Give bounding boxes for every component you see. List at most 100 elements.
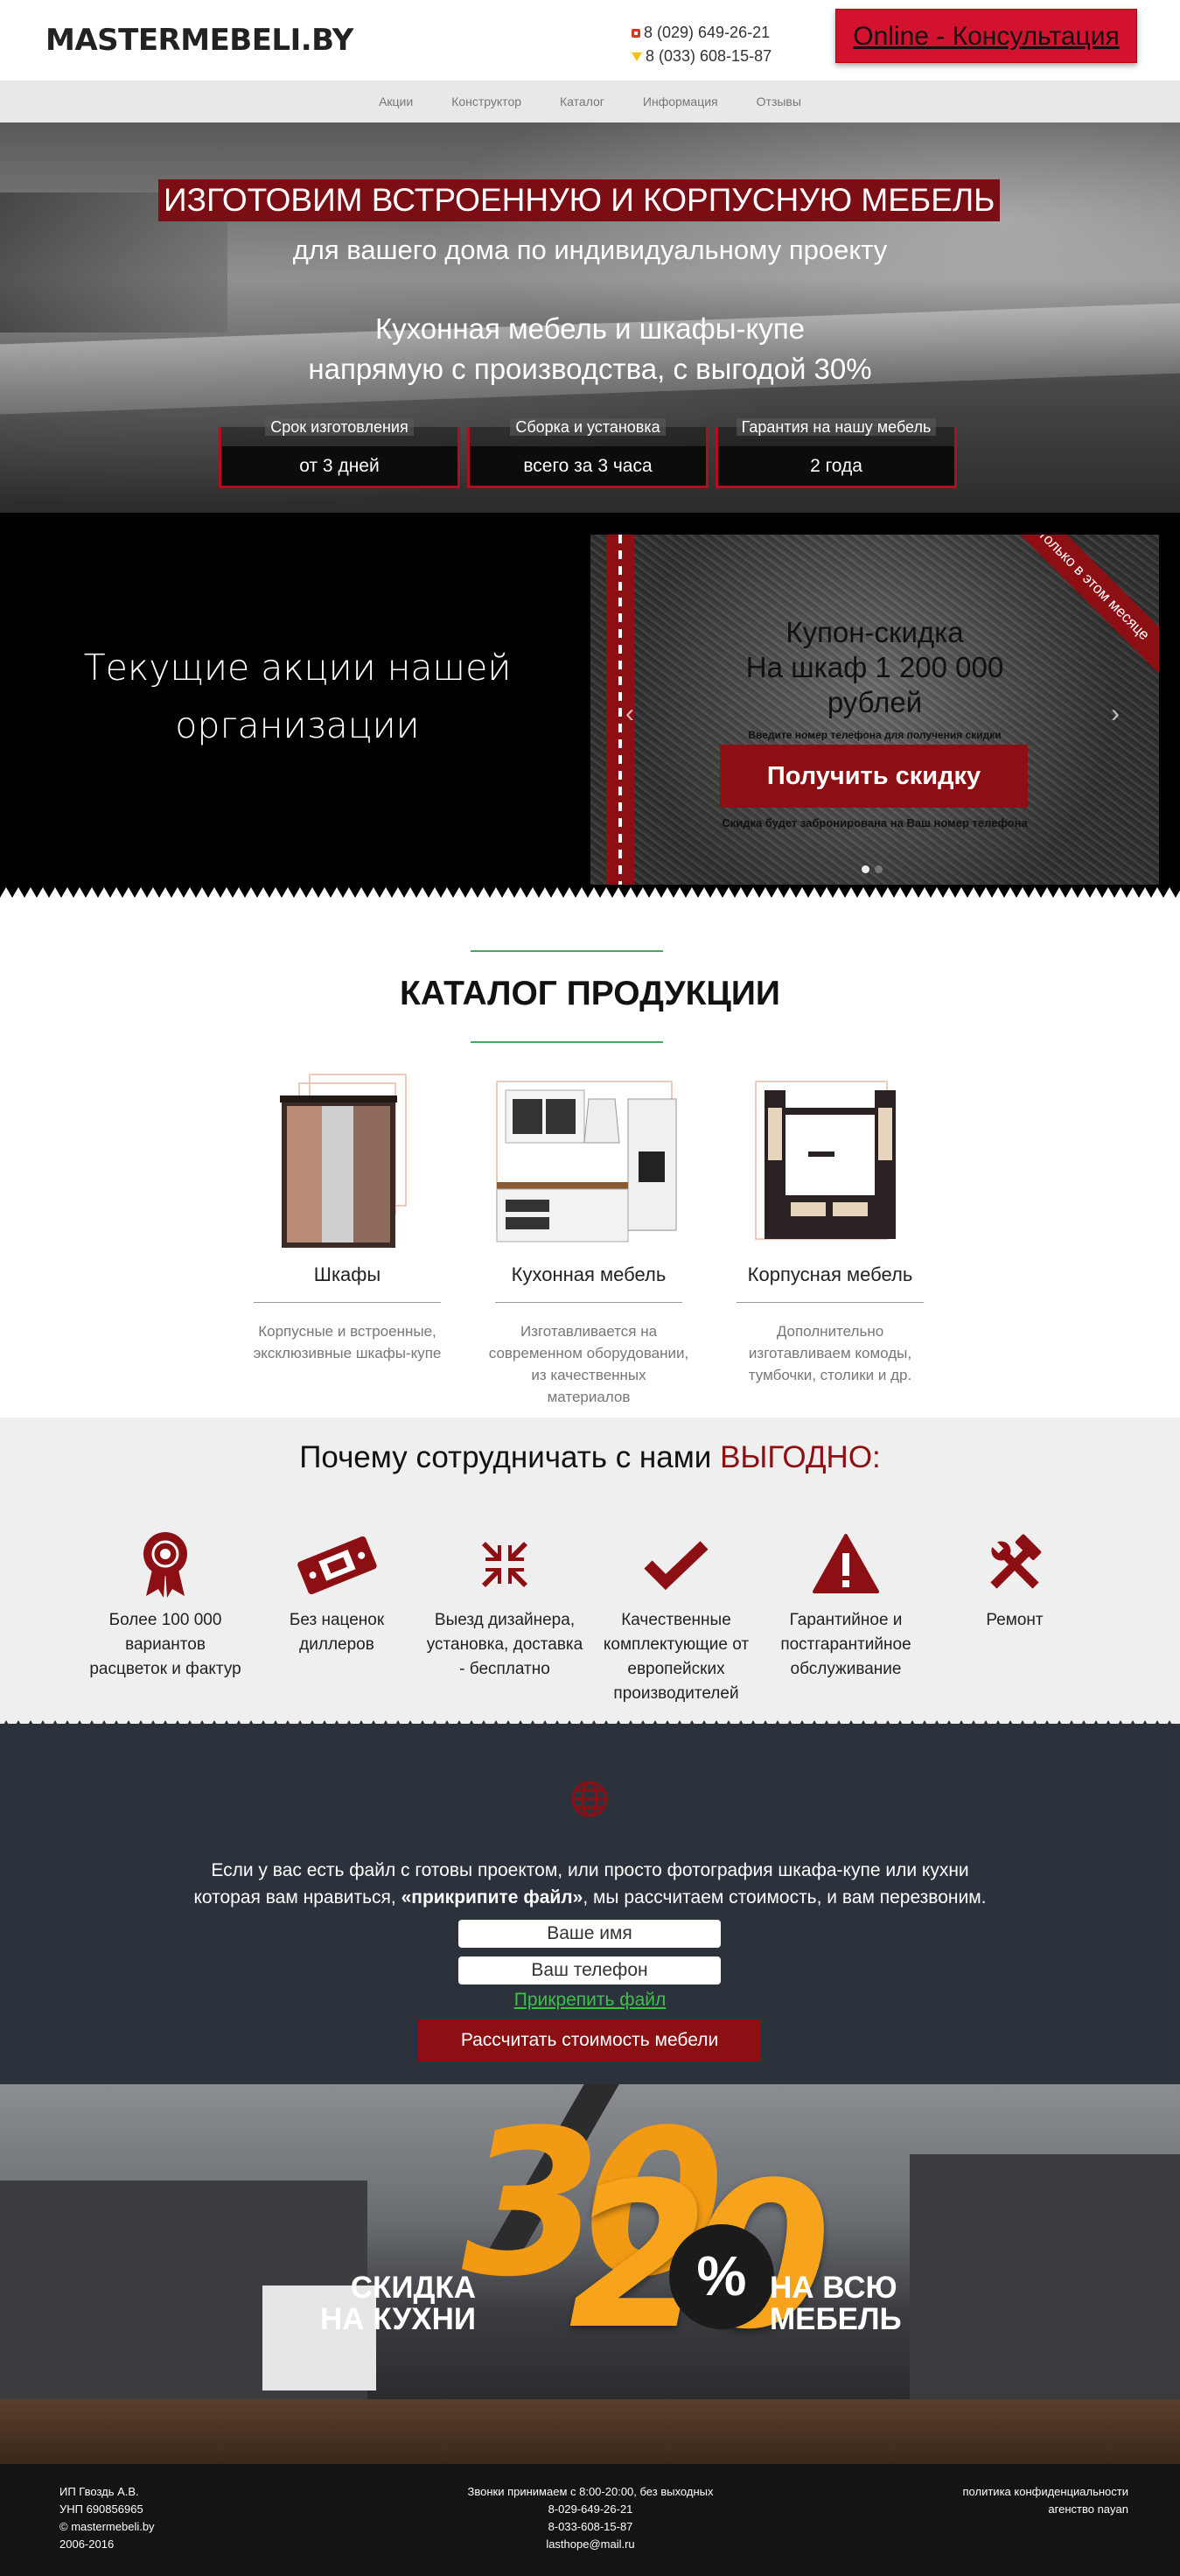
advantage-free-service: Выезд дизайнера, установка, доставка - бес… bbox=[422, 1530, 588, 1682]
hero-section: ИЗГОТОВИМ ВСТРОЕННУЮ И КОРПУСНУЮ МЕБЕЛЬ … bbox=[0, 122, 1180, 513]
name-input[interactable]: Ваше имя bbox=[458, 1920, 721, 1948]
phone-2-text: 8 (033) 608-15-87 bbox=[646, 47, 772, 65]
footer-links: политика конфиденциальности агенство nay… bbox=[927, 2483, 1128, 2518]
cabinet-image[interactable] bbox=[730, 1064, 931, 1256]
feature-box-assembly: Сборка и установка всего за 3 часа bbox=[467, 418, 709, 488]
main-nav: Акции Конструктор Каталог Информация Отз… bbox=[0, 80, 1180, 122]
catalog-title: КАТАЛОГ ПРОДУКЦИИ bbox=[400, 975, 780, 1012]
wardrobe-image[interactable] bbox=[247, 1064, 448, 1256]
attach-file-link: Прикрепить файл bbox=[0, 1990, 1180, 2011]
compress-icon bbox=[422, 1530, 588, 1600]
catalog-item-desc: Изготавливается на современном оборудова… bbox=[488, 1323, 689, 1405]
feature-box-value: от 3 дней bbox=[221, 446, 457, 486]
footer-phone-1[interactable]: 8-029-649-26-21 bbox=[455, 2501, 726, 2518]
zigzag-divider bbox=[0, 887, 1180, 898]
advantage-warranty: Гарантийное и постгарантийное обслуживание bbox=[763, 1530, 929, 1682]
get-discount-button[interactable]: Получить скидку bbox=[720, 745, 1028, 808]
promo-section: Текущие акции нашей организации Только в… bbox=[0, 513, 1180, 898]
coupon-slider: Только в этом месяце Купон-скидка На шка… bbox=[590, 535, 1159, 885]
promo-heading: Текущие акции нашей организации bbox=[52, 639, 542, 754]
footer-contacts: Звонки принимаем с 8:00-20:00, без выход… bbox=[455, 2483, 726, 2553]
check-icon bbox=[593, 1530, 759, 1600]
hero-subtitle: для вашего дома по индивидуальному проек… bbox=[292, 234, 888, 265]
divider bbox=[254, 1302, 441, 1303]
divider bbox=[737, 1302, 924, 1303]
agency-link[interactable]: агенство nayan bbox=[927, 2501, 1128, 2518]
nav-item-promo[interactable]: Акции bbox=[379, 94, 413, 108]
site-header: MASTERMEBELI.BY 8 (029) 649-26-21 8 (033… bbox=[0, 0, 1180, 80]
advantage-no-markup: Без наценок диллеров bbox=[254, 1530, 420, 1657]
calc-price-button[interactable]: Рассчитать стоимость мебели bbox=[418, 2020, 761, 2062]
feature-box-label: Сборка и установка bbox=[510, 418, 666, 436]
advantages-title-text: Почему сотрудничать с нами bbox=[299, 1440, 721, 1474]
hero-feature-boxes: Срок изготовления от 3 дней Сборка и уст… bbox=[219, 418, 957, 488]
percent-badge: % bbox=[669, 2224, 774, 2329]
tools-icon bbox=[932, 1530, 1098, 1600]
calc-form-section: Если у вас есть файл с готовы проектом, … bbox=[0, 1724, 1180, 2084]
advantages-title-colon: : bbox=[872, 1440, 881, 1474]
banner-furniture-label: НА ВСЮ МЕБЕЛЬ bbox=[770, 2271, 902, 2336]
footer-company-info: ИП Гвоздь А.В. УНП 690856965 © mastermeb… bbox=[59, 2485, 155, 2551]
divider bbox=[471, 950, 663, 952]
kitchen-image[interactable] bbox=[488, 1064, 689, 1256]
slider-dot[interactable] bbox=[875, 865, 883, 873]
slider-next-icon[interactable]: › bbox=[1111, 699, 1120, 729]
feature-box-warranty: Гарантия на нашу мебель 2 года bbox=[716, 418, 957, 488]
feature-box-label: Срок изготовления bbox=[265, 418, 414, 436]
coupon-title-line1: Купон-скидка bbox=[786, 616, 964, 648]
catalog-item-name[interactable]: Кухонная мебель bbox=[488, 1264, 689, 1286]
globe-icon bbox=[570, 1780, 609, 1823]
site-footer: ИП Гвоздь А.В. УНП 690856965 © mastermeb… bbox=[0, 2464, 1180, 2576]
hero-offer-line1: Кухонная мебель и шкафы-купе bbox=[374, 312, 806, 345]
advantage-repair: Ремонт bbox=[932, 1530, 1098, 1633]
promo-heading-line1: Текущие акции нашей bbox=[83, 647, 512, 689]
online-consult-button[interactable]: Online - Консультация bbox=[835, 9, 1137, 63]
catalog-item-cabinet[interactable]: Корпусная мебель Дополнительно изготавли… bbox=[730, 1064, 931, 1386]
logo[interactable]: MASTERMEBELI.BY bbox=[45, 23, 353, 58]
promo-heading-line2: организации bbox=[175, 704, 420, 746]
privacy-policy-link[interactable]: политика конфиденциальности bbox=[927, 2483, 1128, 2501]
divider bbox=[471, 1041, 663, 1043]
award-icon bbox=[82, 1530, 248, 1600]
phone-2[interactable]: 8 (033) 608-15-87 bbox=[632, 45, 772, 68]
phone-1[interactable]: 8 (029) 649-26-21 bbox=[632, 21, 772, 45]
coupon-hint: Введите номер телефона для получения ски… bbox=[748, 729, 1002, 741]
slider-prev-icon[interactable]: ‹ bbox=[625, 699, 634, 729]
advantage-quality: Качественные комплектующие от европейских п… bbox=[593, 1530, 759, 1706]
phone-1-text: 8 (029) 649-26-21 bbox=[644, 24, 771, 41]
ticket-icon bbox=[254, 1530, 420, 1600]
coupon-title-line2: На шкаф 1 200 000 bbox=[745, 651, 1004, 683]
mts-icon bbox=[632, 28, 640, 38]
discount-banner[interactable]: 30 20 % СКИДКА НА КУХНИ НА ВСЮ МЕБЕЛЬ bbox=[0, 2084, 1180, 2464]
feature-box-term: Срок изготовления от 3 дней bbox=[219, 418, 460, 488]
nav-item-catalog[interactable]: Каталог bbox=[560, 94, 604, 108]
divider bbox=[495, 1302, 682, 1303]
feature-box-value: 2 года bbox=[718, 446, 954, 486]
hero-offer-line2: напрямую с производства, с выгодой 30% bbox=[308, 353, 872, 385]
velcom-icon bbox=[632, 52, 642, 61]
hero-offer: Кухонная мебель и шкафы-купе напрямую с … bbox=[0, 309, 1180, 389]
catalog-item-name[interactable]: Корпусная мебель bbox=[730, 1264, 931, 1286]
coupon-note: Скидка будет забронирована на Ваш номер … bbox=[722, 816, 1028, 830]
advantages-title: Почему сотрудничать с нами ВЫГОДНО: bbox=[0, 1440, 1180, 1475]
advantages-section: Почему сотрудничать с нами ВЫГОДНО: Боле… bbox=[0, 1418, 1180, 1731]
warning-icon bbox=[763, 1530, 929, 1600]
coupon-title: Купон-скидка На шкаф 1 200 000 рублей bbox=[590, 615, 1159, 720]
nav-item-constructor[interactable]: Конструктор bbox=[451, 94, 521, 108]
footer-phone-2[interactable]: 8-033-608-15-87 bbox=[455, 2518, 726, 2536]
catalog-item-wardrobes[interactable]: Шкафы Корпусные и встроенные, эксклюзивн… bbox=[247, 1064, 448, 1364]
phone-input[interactable]: Ваш телефон bbox=[458, 1956, 721, 1984]
nav-item-info[interactable]: Информация bbox=[643, 94, 718, 108]
footer-email[interactable]: lasthope@mail.ru bbox=[455, 2536, 726, 2553]
advantage-colors: Более 100 000 вариантов расцветок и фактур bbox=[82, 1530, 248, 1682]
attach-file-label[interactable]: Прикрепить файл bbox=[514, 1990, 667, 2010]
catalog-section: КАТАЛОГ ПРОДУКЦИИ Шкафы Корпусные и встр… bbox=[0, 898, 1180, 1418]
catalog-item-name[interactable]: Шкафы bbox=[247, 1264, 448, 1286]
slider-dot[interactable] bbox=[862, 865, 869, 873]
phone-list: 8 (029) 649-26-21 8 (033) 608-15-87 bbox=[632, 21, 772, 68]
feature-box-value: всего за 3 часа bbox=[470, 446, 706, 486]
banner-kitchen-label: СКИДКА НА КУХНИ bbox=[320, 2271, 477, 2336]
nav-item-reviews[interactable]: Отзывы bbox=[757, 94, 801, 108]
catalog-item-kitchen[interactable]: Кухонная мебель Изготавливается на совре… bbox=[488, 1064, 689, 1408]
slider-dots bbox=[862, 865, 883, 873]
